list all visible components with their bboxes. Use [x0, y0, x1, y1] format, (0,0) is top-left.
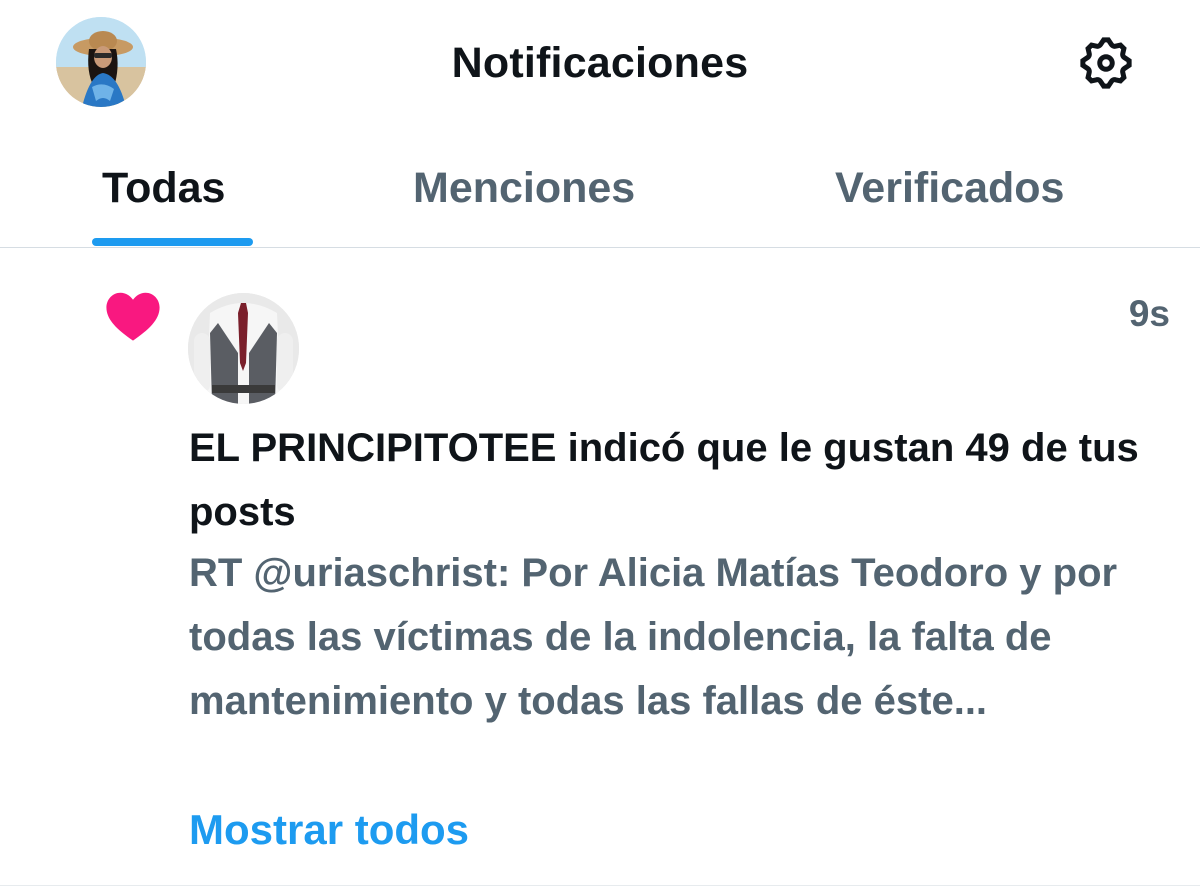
tab-todas[interactable]: Todas — [102, 163, 225, 213]
top-bar: Notificaciones — [0, 0, 1200, 125]
notification-text: EL PRINCIPITOTEE indicó que le gustan 49… — [189, 426, 1139, 534]
page-title: Notificaciones — [451, 39, 749, 87]
gear-icon — [1080, 37, 1132, 89]
heart-icon — [106, 292, 160, 341]
tab-verificados[interactable]: Verificados — [835, 163, 1064, 213]
notifications-page: Notificaciones Todas Menciones Verificad… — [0, 0, 1200, 893]
notification-tabs: Todas Menciones Verificados — [0, 125, 1200, 248]
timestamp: 9s — [1128, 293, 1170, 334]
tab-menciones[interactable]: Menciones — [413, 163, 635, 213]
show-all-link[interactable]: Mostrar todos — [189, 800, 469, 860]
avatar[interactable] — [188, 293, 299, 404]
post-preview[interactable]: RT @uriaschrist: Por Alicia Matías Teodo… — [189, 541, 1179, 733]
settings-button[interactable] — [1074, 33, 1138, 93]
notification-item[interactable]: 9s EL PRINCIPITOTEE indicó que le gustan… — [0, 248, 1200, 886]
active-tab-indicator — [92, 238, 253, 246]
user-photo-icon — [188, 293, 299, 404]
